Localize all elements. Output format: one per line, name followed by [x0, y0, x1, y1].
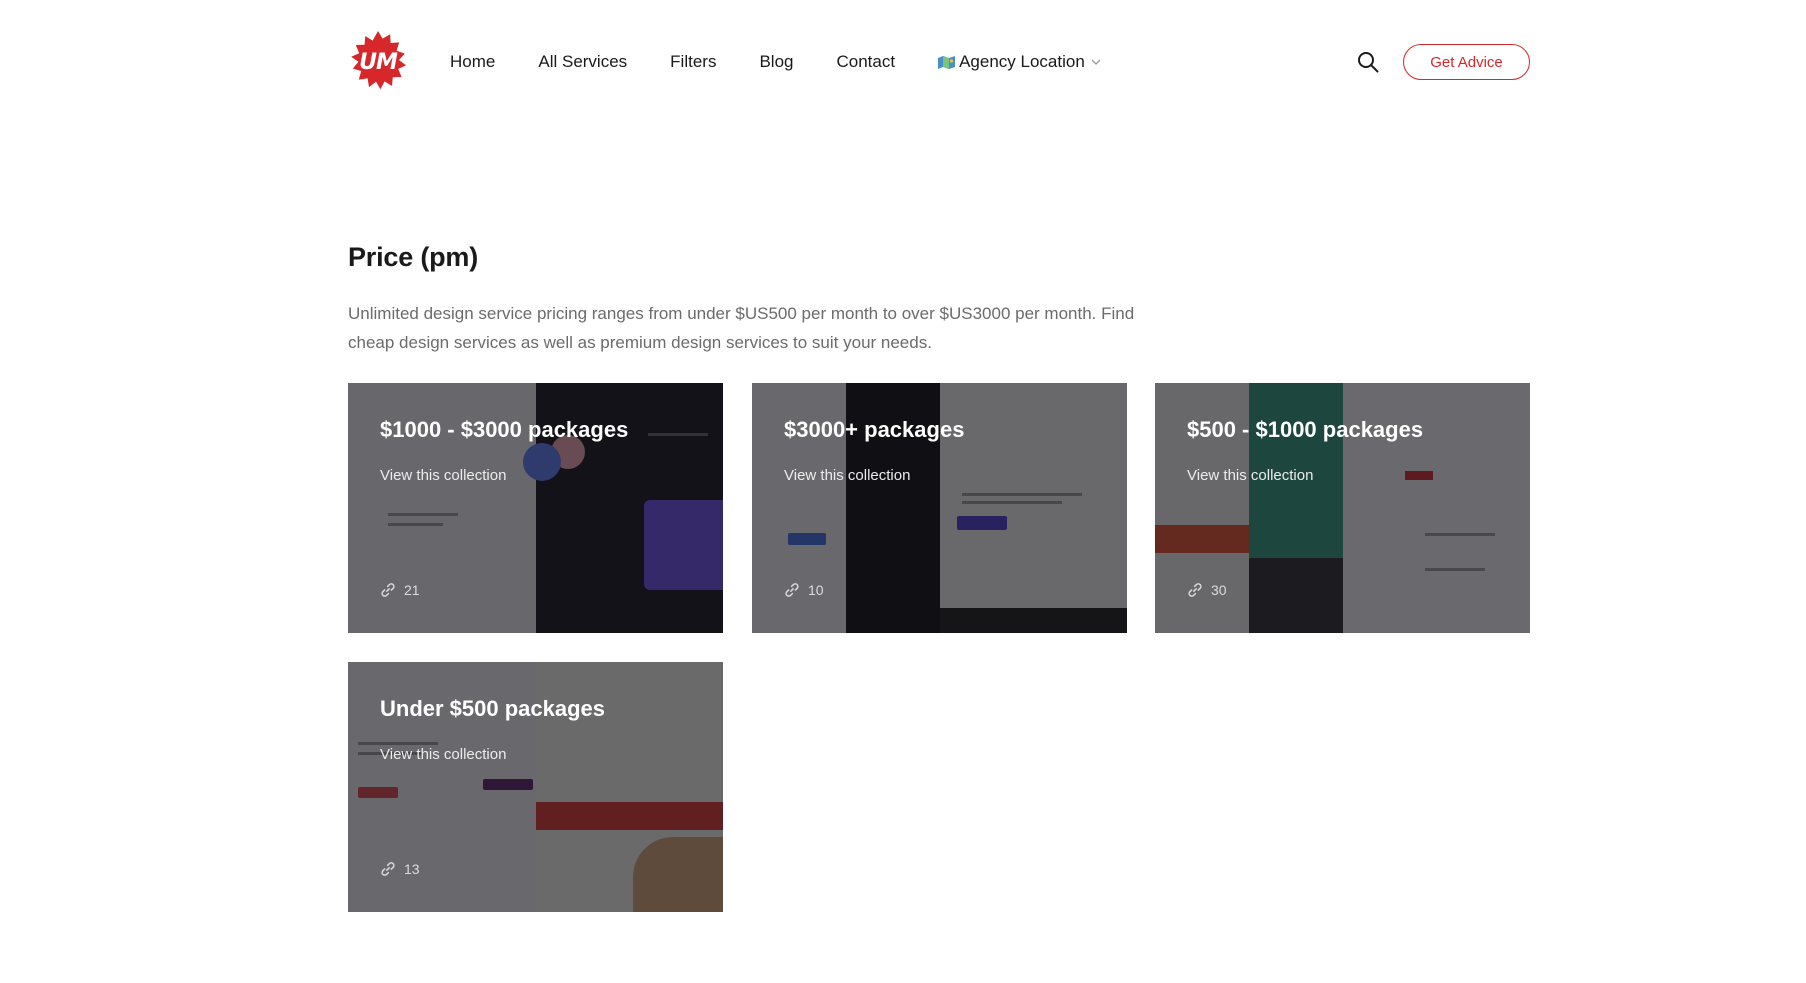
- page-description: Unlimited design service pricing ranges …: [348, 304, 1135, 352]
- link-icon: [1187, 582, 1203, 598]
- site-logo[interactable]: UM: [348, 31, 408, 93]
- link-icon: [380, 861, 396, 877]
- card-title: Under $500 packages: [380, 696, 606, 721]
- page-title: Price (pm): [348, 242, 479, 272]
- nav-item-agency-location[interactable]: Agency Location: [938, 52, 1101, 72]
- nav-item-contact[interactable]: Contact: [836, 52, 895, 72]
- get-advice-button[interactable]: Get Advice: [1403, 44, 1530, 80]
- card-title: $3000+ packages: [784, 417, 965, 442]
- chevron-down-icon: [1091, 58, 1101, 66]
- link-icon: [380, 582, 396, 598]
- collection-card-3000-plus[interactable]: $3000+ packages View this collection 10: [752, 383, 1127, 633]
- card-count: 30: [1187, 582, 1227, 598]
- card-title: $1000 - $3000 packages: [380, 417, 629, 442]
- card-count-value: 30: [1211, 582, 1227, 598]
- collection-card-500-1000[interactable]: $500 - $1000 packages View this collecti…: [1155, 383, 1530, 633]
- nav-item-blog[interactable]: Blog: [759, 52, 793, 72]
- card-subtitle[interactable]: View this collection: [784, 467, 910, 484]
- card-title: $500 - $1000 packages: [1187, 417, 1424, 442]
- site-header: UM Home All Services Filters Blog Contac…: [348, 30, 1530, 94]
- collection-card-under-500[interactable]: Under $500 packages View this collection…: [348, 662, 723, 912]
- nav-item-label: Agency Location: [959, 52, 1085, 71]
- card-count-value: 10: [808, 582, 824, 598]
- main-nav: Home All Services Filters Blog Contact A…: [450, 30, 1101, 94]
- map-icon: [938, 55, 956, 69]
- logo-text: UM: [359, 49, 398, 75]
- card-subtitle[interactable]: View this collection: [380, 746, 506, 763]
- card-subtitle[interactable]: View this collection: [380, 467, 506, 484]
- card-count: 13: [380, 861, 420, 877]
- link-icon: [784, 582, 800, 598]
- card-count-value: 13: [404, 861, 420, 877]
- search-icon[interactable]: [1357, 51, 1379, 73]
- header-actions: Get Advice: [1357, 44, 1530, 80]
- nav-item-all-services[interactable]: All Services: [538, 52, 627, 72]
- card-subtitle[interactable]: View this collection: [1187, 467, 1313, 484]
- nav-item-filters[interactable]: Filters: [670, 52, 716, 72]
- collection-card-1000-3000[interactable]: $1000 - $3000 packages View this collect…: [348, 383, 723, 633]
- card-count: 10: [784, 582, 824, 598]
- card-count: 21: [380, 582, 420, 598]
- nav-item-home[interactable]: Home: [450, 52, 495, 72]
- card-count-value: 21: [404, 582, 420, 598]
